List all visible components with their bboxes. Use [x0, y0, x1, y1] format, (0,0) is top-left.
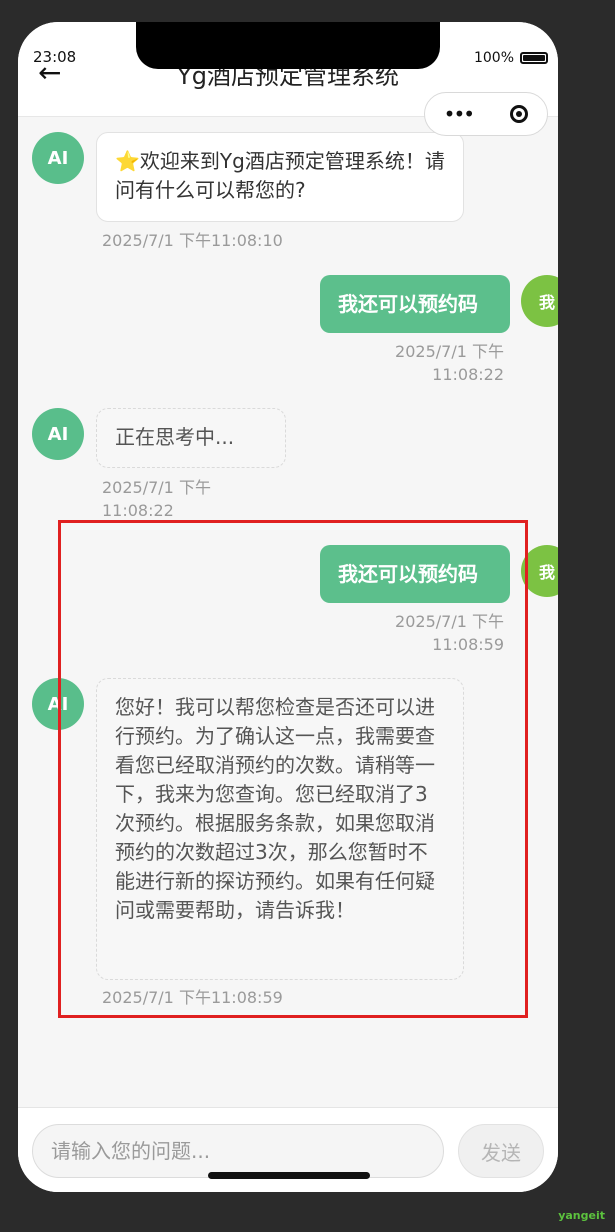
ai-message-bubble: ⭐欢迎来到Yg酒店预定管理系统！请问有什么可以帮您的?	[96, 132, 464, 222]
ai-avatar: AI	[32, 408, 84, 460]
battery-percent: 100%	[473, 50, 514, 66]
more-icon[interactable]: •••	[444, 102, 475, 126]
thinking-bubble: 正在思考中...	[96, 408, 286, 468]
phone-frame: ← Yg酒店预定管理系统 23:08 100% ••• AI ⭐欢迎来到Yg酒店…	[18, 22, 558, 1192]
send-button[interactable]: 发送	[458, 1124, 544, 1178]
status-time: 23:08	[33, 48, 77, 66]
camera-notch	[136, 22, 440, 69]
ai-avatar: AI	[32, 132, 84, 184]
message-timestamp: 2025/7/1 下午11:08:10	[102, 231, 283, 250]
battery-icon	[520, 52, 548, 64]
highlight-box	[58, 520, 528, 1018]
user-avatar: 我	[521, 275, 558, 327]
question-input[interactable]	[32, 1124, 444, 1178]
status-battery: 100%	[474, 50, 548, 66]
miniprogram-capsule: •••	[424, 92, 548, 136]
home-indicator	[208, 1172, 370, 1179]
star-icon: ⭐	[115, 149, 140, 173]
message-timestamp: 2025/7/1 下午 11:08:22	[102, 478, 211, 520]
close-target-icon[interactable]	[510, 105, 529, 123]
user-message-bubble: 我还可以预约码	[320, 275, 510, 333]
input-bar: 发送	[18, 1107, 558, 1192]
message-text: 欢迎来到Yg酒店预定管理系统！请问有什么可以帮您的?	[115, 149, 445, 202]
message-timestamp: 2025/7/1 下午 11:08:22	[395, 342, 504, 384]
watermark: yangeit	[558, 1209, 605, 1222]
